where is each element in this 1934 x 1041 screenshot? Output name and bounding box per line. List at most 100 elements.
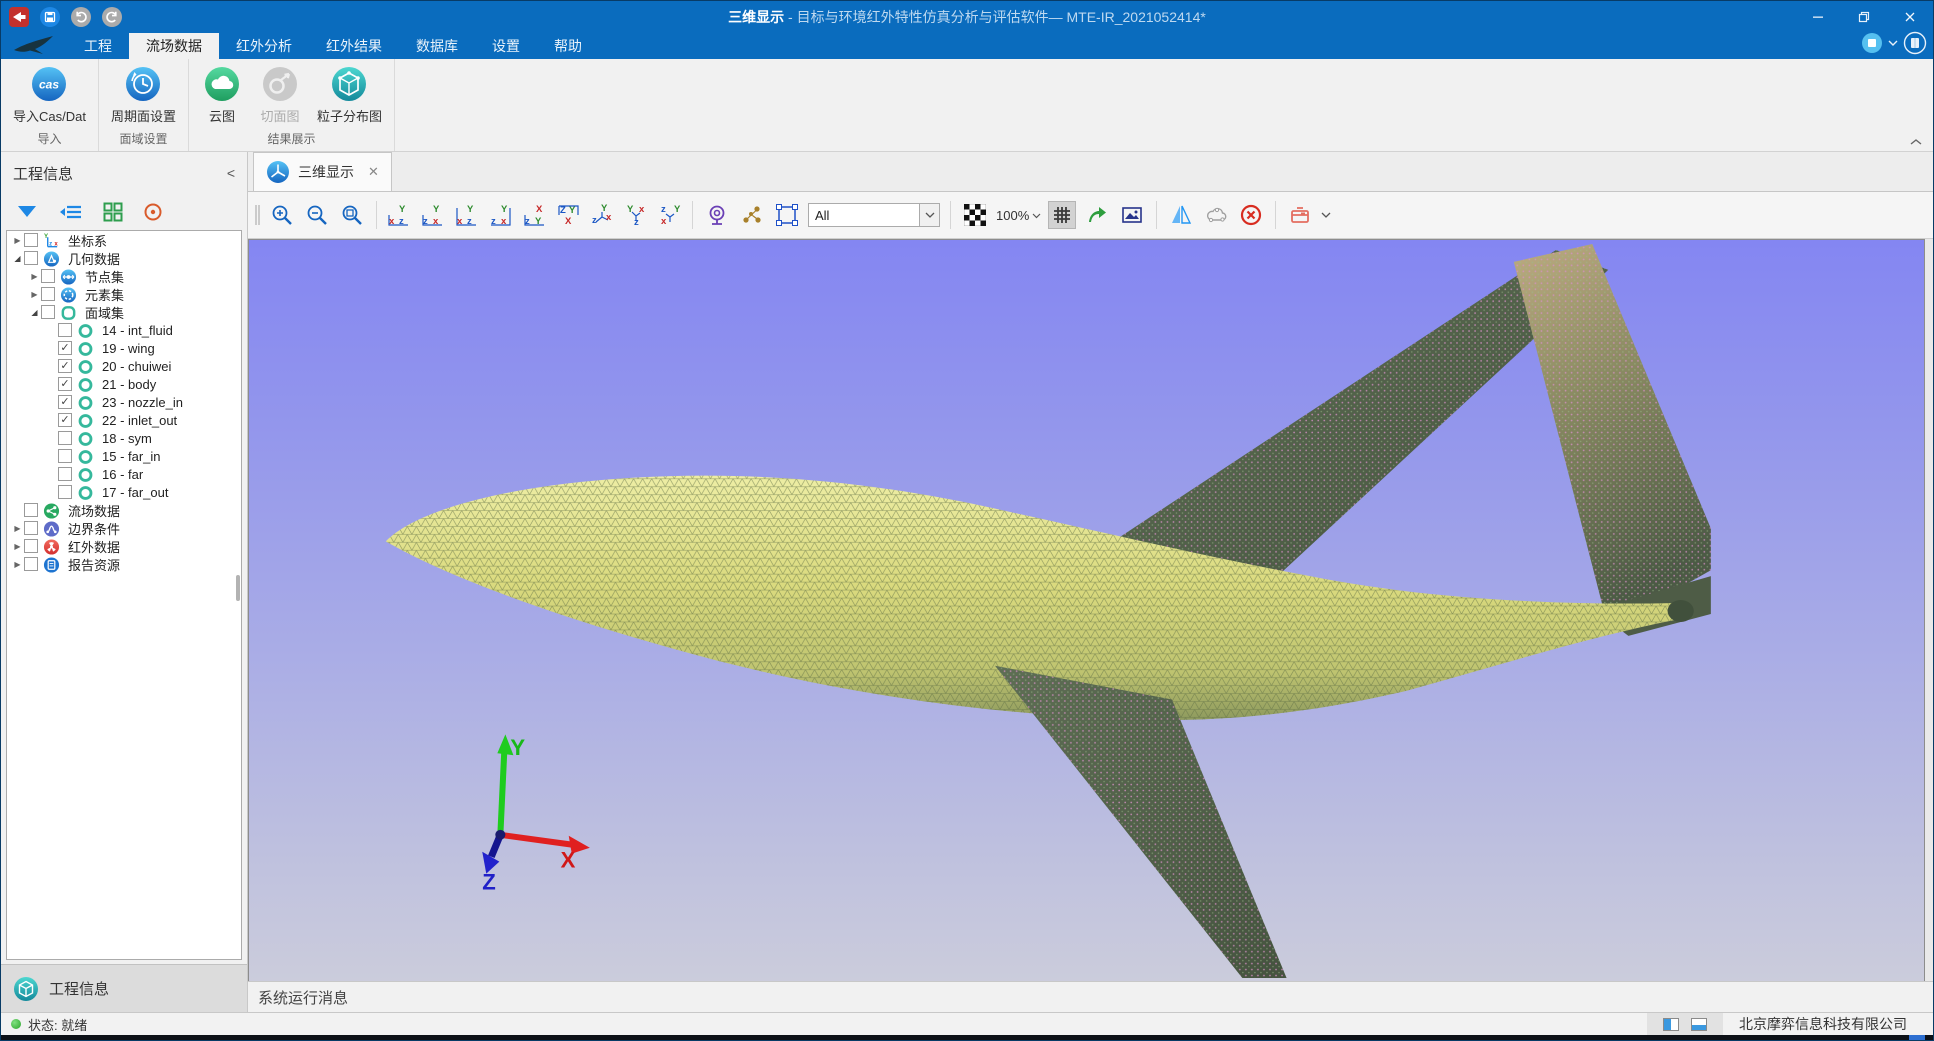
list-view-icon[interactable] bbox=[59, 203, 83, 221]
tree-checkbox[interactable] bbox=[24, 503, 38, 517]
expand-closed-icon[interactable]: ▶ bbox=[11, 542, 24, 551]
view-right-icon[interactable]: Yzx bbox=[489, 204, 512, 227]
locate-target-icon[interactable] bbox=[143, 202, 163, 222]
dropdown-caret-icon[interactable] bbox=[1888, 39, 1898, 47]
tree-checkbox[interactable]: ✓ bbox=[58, 359, 72, 373]
tree-row[interactable]: ▶元素集 bbox=[7, 285, 241, 303]
zoom-fit-icon[interactable] bbox=[338, 201, 366, 229]
menu-tab-红外结果[interactable]: 红外结果 bbox=[309, 33, 399, 59]
save-view-icon[interactable] bbox=[1286, 201, 1314, 229]
filter-funnel-icon[interactable] bbox=[15, 204, 39, 220]
tree-checkbox[interactable]: ✓ bbox=[58, 341, 72, 355]
zoom-out-icon[interactable] bbox=[303, 201, 331, 229]
transparency-checker-icon[interactable] bbox=[961, 201, 989, 229]
combo-caret-icon[interactable] bbox=[919, 204, 939, 226]
expand-closed-icon[interactable]: ▶ bbox=[11, 236, 24, 245]
system-message-panel[interactable]: 系统运行消息 bbox=[248, 981, 1933, 1012]
collapse-ribbon-chevron-icon[interactable] bbox=[1909, 138, 1923, 146]
save-icon[interactable] bbox=[40, 7, 60, 27]
ribbon-button-云图[interactable]: 云图 bbox=[193, 63, 251, 127]
tree-row[interactable]: 14 - int_fluid bbox=[7, 321, 241, 339]
view-isometric-2-icon[interactable]: Yxz bbox=[625, 204, 648, 227]
help-book-icon[interactable] bbox=[1903, 31, 1927, 55]
particle-trace-icon[interactable] bbox=[738, 201, 766, 229]
tree-checkbox[interactable] bbox=[24, 557, 38, 571]
tree-row[interactable]: ✓19 - wing bbox=[7, 339, 241, 357]
mesh-grid-icon[interactable] bbox=[1048, 201, 1076, 229]
engine-nozzle[interactable] bbox=[1668, 600, 1694, 622]
menu-tab-设置[interactable]: 设置 bbox=[475, 33, 537, 59]
expand-closed-icon[interactable]: ▶ bbox=[11, 524, 24, 533]
view-top-icon[interactable]: XzY bbox=[523, 204, 546, 227]
drag-handle-icon[interactable] bbox=[254, 204, 261, 226]
panel-left-icon[interactable] bbox=[1663, 1018, 1679, 1031]
tree-row[interactable]: 15 - far_in bbox=[7, 447, 241, 465]
tree-checkbox[interactable] bbox=[41, 287, 55, 301]
tree-checkbox[interactable]: ✓ bbox=[58, 395, 72, 409]
cloud-outline-icon[interactable] bbox=[1202, 201, 1230, 229]
view-left-icon[interactable]: Yxz bbox=[455, 204, 478, 227]
aircraft-mesh-model[interactable] bbox=[386, 244, 1711, 978]
collapse-panel-button[interactable]: < bbox=[227, 165, 235, 181]
ribbon-button-粒子分布图[interactable]: 粒子分布图 bbox=[309, 63, 390, 127]
tree-checkbox[interactable] bbox=[41, 269, 55, 283]
tree-checkbox[interactable]: ✓ bbox=[58, 377, 72, 391]
ribbon-button-导入Cas/Dat[interactable]: cas导入Cas/Dat bbox=[5, 63, 94, 127]
close-tab-icon[interactable]: ✕ bbox=[368, 164, 379, 180]
tree-row[interactable]: 16 - far bbox=[7, 465, 241, 483]
tree-checkbox[interactable] bbox=[24, 521, 38, 535]
tree-checkbox[interactable] bbox=[24, 233, 38, 247]
view-front-icon[interactable]: Yxz bbox=[387, 204, 410, 227]
tree-row[interactable]: ◢面域集 bbox=[7, 303, 241, 321]
expand-open-icon[interactable]: ◢ bbox=[28, 308, 41, 317]
panel-footer-tab[interactable]: 工程信息 bbox=[1, 964, 247, 1012]
expand-closed-icon[interactable]: ▶ bbox=[28, 272, 41, 281]
dropdown-caret-icon[interactable] bbox=[1321, 211, 1331, 219]
tree-row[interactable]: ▶Yzx坐标系 bbox=[7, 231, 241, 249]
tab-3d-display[interactable]: 三维显示 ✕ bbox=[253, 152, 392, 191]
viewport-3d-scene[interactable]: Y X Z bbox=[249, 240, 1924, 981]
restore-icon[interactable] bbox=[1841, 1, 1887, 33]
tree-checkbox[interactable] bbox=[58, 467, 72, 481]
tree-row[interactable]: ◢几何数据 bbox=[7, 249, 241, 267]
expand-closed-icon[interactable]: ▶ bbox=[28, 290, 41, 299]
tree-row[interactable]: 流场数据 bbox=[7, 501, 241, 519]
camera-icon[interactable] bbox=[703, 201, 731, 229]
app-logo-icon[interactable] bbox=[9, 7, 29, 27]
vertical-tail-mesh[interactable] bbox=[1514, 244, 1711, 636]
view-isometric-1-icon[interactable]: Yzx bbox=[591, 204, 614, 227]
remove-red-icon[interactable] bbox=[1237, 201, 1265, 229]
menu-tab-帮助[interactable]: 帮助 bbox=[537, 33, 599, 59]
theme-window-icon[interactable] bbox=[1861, 32, 1883, 54]
tree-checkbox[interactable] bbox=[58, 323, 72, 337]
tree-row[interactable]: ▶节点集 bbox=[7, 267, 241, 285]
viewport-3d[interactable]: Y X Z bbox=[248, 239, 1925, 981]
close-icon[interactable] bbox=[1887, 1, 1933, 33]
ribbon-button-周期面设置[interactable]: 周期面设置 bbox=[103, 63, 184, 127]
tree-row[interactable]: ✓20 - chuiwei bbox=[7, 357, 241, 375]
expand-open-icon[interactable]: ◢ bbox=[11, 254, 24, 263]
tree-checkbox[interactable] bbox=[58, 449, 72, 463]
tree-row[interactable]: ▶报告资源 bbox=[7, 555, 241, 573]
display-filter-combobox[interactable]: All bbox=[808, 203, 940, 227]
tree-row[interactable]: 17 - far_out bbox=[7, 483, 241, 501]
zoom-in-icon[interactable] bbox=[268, 201, 296, 229]
view-bottom-icon[interactable]: ZYX bbox=[557, 204, 580, 227]
view-back-icon[interactable]: Yzx bbox=[421, 204, 444, 227]
tree-row[interactable]: ✓23 - nozzle_in bbox=[7, 393, 241, 411]
tree-checkbox[interactable] bbox=[41, 305, 55, 319]
tree-checkbox[interactable] bbox=[58, 485, 72, 499]
zoom-percent-dropdown[interactable]: 100% bbox=[996, 208, 1041, 223]
grid-view-icon[interactable] bbox=[103, 202, 123, 222]
minimize-icon[interactable] bbox=[1795, 1, 1841, 33]
snapshot-image-icon[interactable] bbox=[1118, 201, 1146, 229]
tree-row[interactable]: ▶边界条件 bbox=[7, 519, 241, 537]
menu-tab-数据库[interactable]: 数据库 bbox=[399, 33, 475, 59]
box-select-icon[interactable] bbox=[773, 201, 801, 229]
export-arrow-icon[interactable] bbox=[1083, 201, 1111, 229]
mirror-icon[interactable] bbox=[1167, 201, 1195, 229]
tree-row[interactable]: 18 - sym bbox=[7, 429, 241, 447]
tree-scrollbar[interactable] bbox=[236, 575, 240, 601]
menu-tab-工程[interactable]: 工程 bbox=[67, 33, 129, 59]
panel-bottom-icon[interactable] bbox=[1691, 1018, 1707, 1031]
